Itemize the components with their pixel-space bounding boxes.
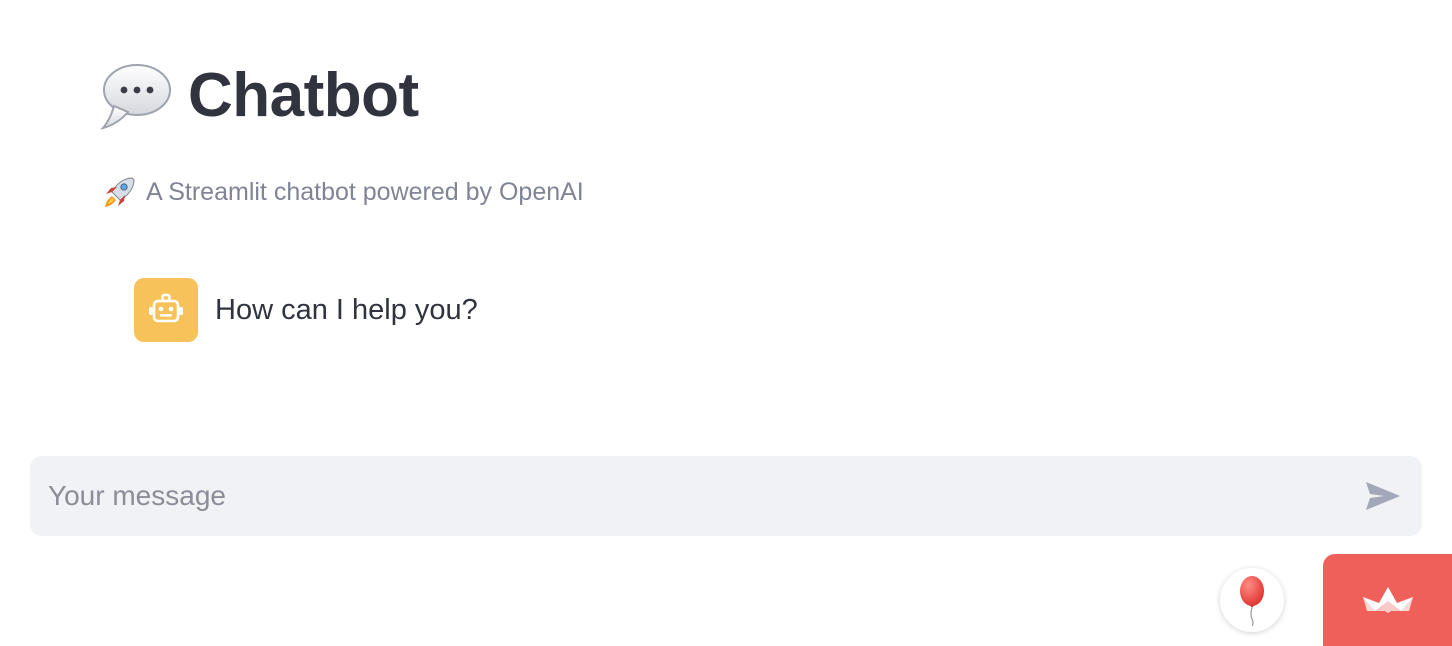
- page-caption-row: A Streamlit chatbot powered by OpenAI: [102, 172, 584, 212]
- page-caption: A Streamlit chatbot powered by OpenAI: [146, 177, 584, 206]
- streamlit-crown-icon: [1362, 587, 1413, 613]
- balloon-button[interactable]: [1220, 568, 1284, 632]
- streamlit-badge[interactable]: [1323, 554, 1452, 646]
- balloon-icon: [1240, 576, 1264, 626]
- chat-message-input[interactable]: [48, 456, 1348, 536]
- page-title: Chatbot: [188, 61, 419, 130]
- robot-icon: [149, 293, 183, 323]
- send-icon: [1366, 482, 1400, 510]
- page-title-row: Chatbot: [100, 56, 419, 136]
- app-container: Chatbot A Streamlit chatbot powered by O…: [0, 0, 1452, 646]
- assistant-message-text: How can I help you?: [215, 293, 478, 326]
- speech-bubble-icon: [100, 64, 171, 130]
- send-button[interactable]: [1362, 476, 1404, 516]
- chat-input-container: [30, 456, 1422, 536]
- rocket-icon: [105, 177, 135, 207]
- chat-message-assistant: How can I help you?: [134, 278, 478, 342]
- assistant-avatar: [134, 278, 198, 342]
